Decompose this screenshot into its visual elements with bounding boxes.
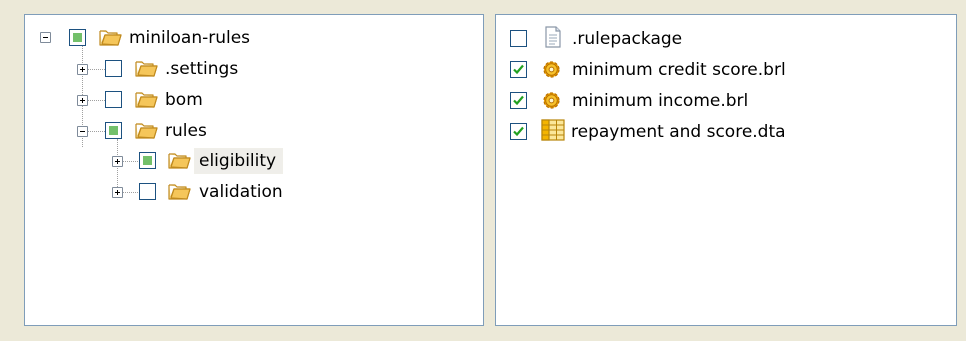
checkbox-minimum-income[interactable] [510, 92, 527, 109]
folder-open-icon [99, 30, 122, 46]
rule-gear-icon [543, 92, 560, 109]
tree-label-validation[interactable]: validation [199, 180, 283, 204]
file-list-panel[interactable]: .rulepackage minimum credit score.brl mi… [495, 14, 957, 326]
checkbox-rulepackage[interactable] [510, 30, 527, 47]
folder-open-icon [135, 123, 158, 139]
checkbox-rules[interactable] [105, 122, 122, 139]
file-label-minimum-income[interactable]: minimum income.brl [572, 89, 748, 113]
file-label-repayment-and-score[interactable]: repayment and score.dta [571, 120, 786, 144]
document-icon [545, 26, 561, 48]
folder-open-icon [168, 184, 191, 200]
checkbox-repayment-and-score[interactable] [510, 123, 527, 140]
expand-toggle-bom[interactable] [77, 95, 88, 106]
checkbox-minimum-credit-score[interactable] [510, 61, 527, 78]
checkbox-settings[interactable] [105, 60, 122, 77]
expand-toggle-settings[interactable] [77, 64, 88, 75]
tree-label-miniloan-rules[interactable]: miniloan-rules [129, 26, 250, 50]
collapse-toggle-miniloan-rules[interactable] [40, 32, 51, 43]
tree-line [122, 192, 138, 193]
folder-open-icon [135, 92, 158, 108]
tree-label-bom[interactable]: bom [165, 88, 203, 112]
tree-label-eligibility[interactable]: eligibility [194, 148, 284, 174]
file-label-rulepackage[interactable]: .rulepackage [572, 27, 682, 51]
checkbox-bom[interactable] [105, 91, 122, 108]
file-label-minimum-credit-score[interactable]: minimum credit score.brl [572, 58, 786, 82]
collapse-toggle-rules[interactable] [77, 126, 88, 137]
tree-line [122, 161, 138, 162]
folder-tree-panel[interactable]: miniloan-rules .settings bom rules eligi… [24, 14, 484, 326]
tree-line [87, 69, 105, 70]
folder-open-icon [135, 61, 158, 77]
tree-label-rules[interactable]: rules [165, 119, 207, 143]
checkbox-miniloan-rules[interactable] [69, 29, 86, 46]
tree-line [87, 100, 105, 101]
tree-line [87, 131, 105, 132]
expand-toggle-validation[interactable] [112, 187, 123, 198]
checkbox-eligibility[interactable] [139, 152, 156, 169]
decision-table-icon [541, 119, 565, 141]
checkbox-validation[interactable] [139, 183, 156, 200]
tree-label-settings[interactable]: .settings [165, 57, 238, 81]
expand-toggle-eligibility[interactable] [112, 156, 123, 167]
rule-gear-icon [543, 61, 560, 78]
folder-open-icon [168, 153, 191, 169]
